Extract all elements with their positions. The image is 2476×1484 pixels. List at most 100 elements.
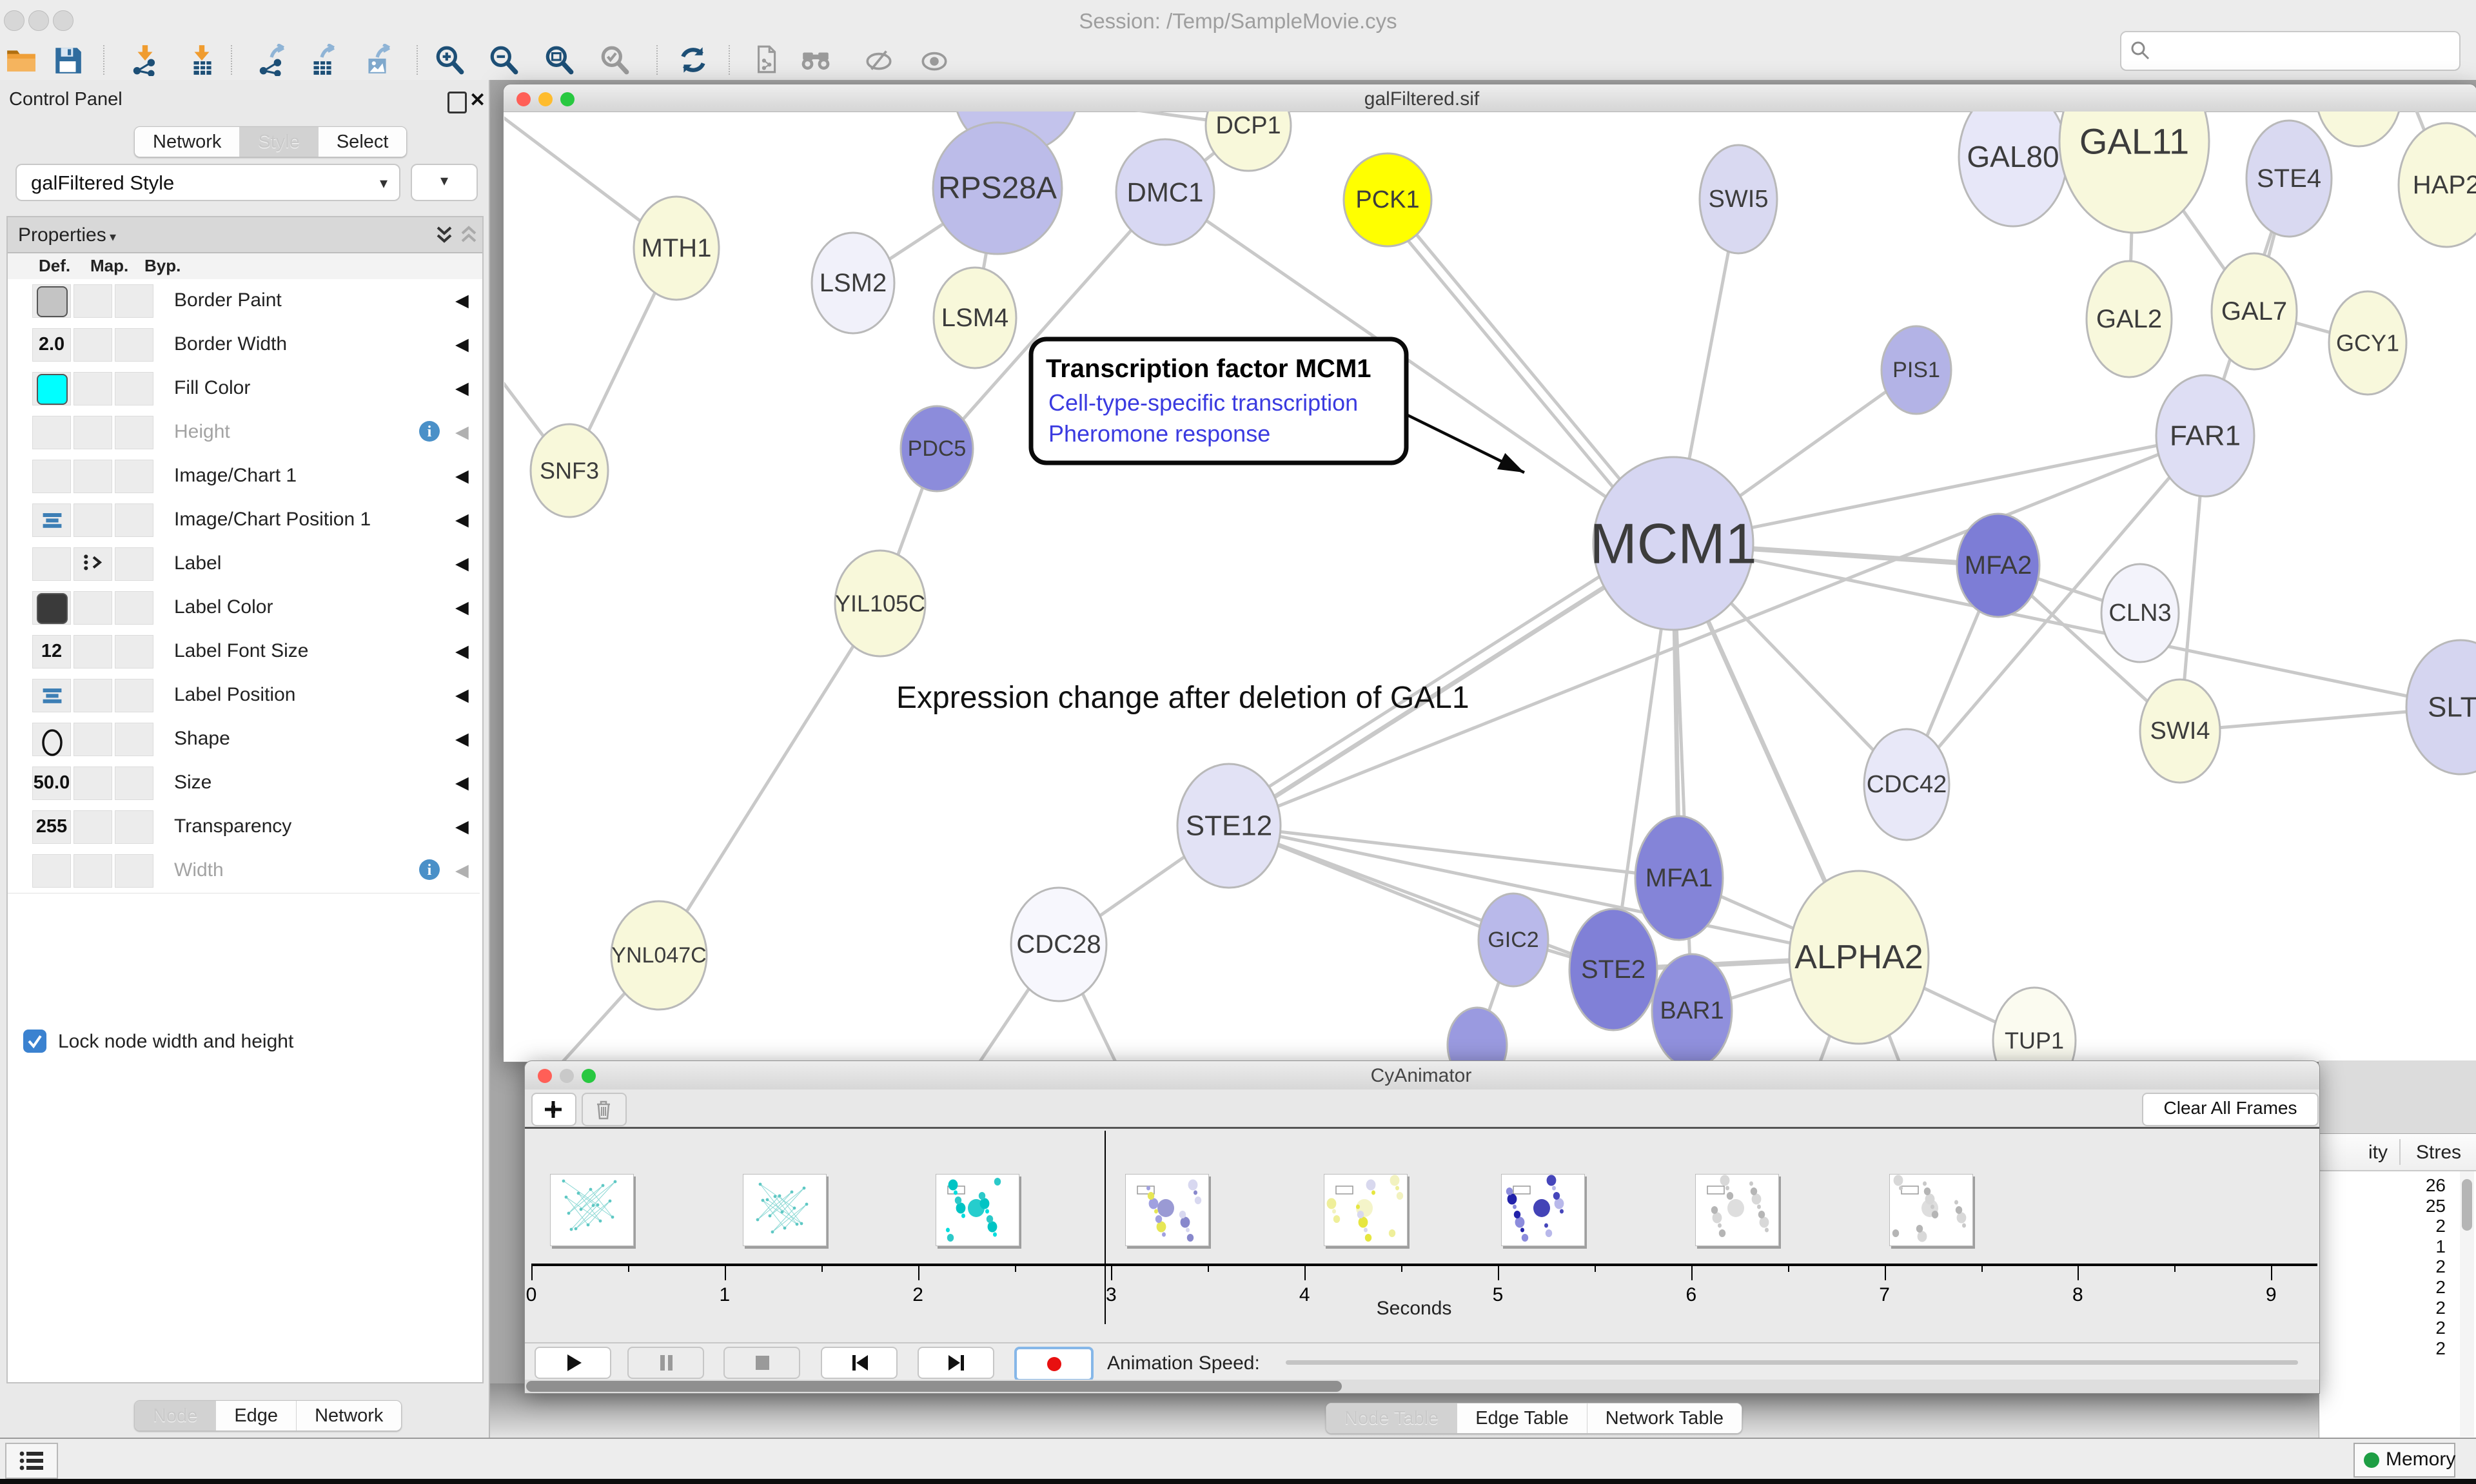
search-binoculars-icon[interactable] [800,44,832,76]
network-node-mfa1[interactable]: MFA1 [1635,816,1723,940]
mapping-cell[interactable] [74,854,112,888]
property-row-image-chart-1[interactable]: Image/Chart 1◀ [8,454,480,499]
property-row-border-width[interactable]: 2.0Border Width◀ [8,323,480,367]
expand-left-icon[interactable]: ◀ [455,378,469,398]
network-node-ynl047c[interactable]: YNL047C [611,901,707,1010]
bypass-cell[interactable] [115,635,153,669]
pause-button[interactable] [627,1347,704,1379]
table-row[interactable]: 2 [2319,1338,2446,1359]
network-node-ste2[interactable]: STE2 [1569,909,1657,1030]
property-row-fill-color[interactable]: Fill Color◀ [8,367,480,411]
mapping-cell[interactable] [74,679,112,712]
frame-thumbnail-2[interactable] [936,1174,1019,1246]
annotation-callout[interactable]: Transcription factor MCM1Cell-type-speci… [1031,339,1524,473]
table-row[interactable]: 2 [2319,1277,2446,1298]
mapping-cell[interactable] [74,635,112,669]
column-header[interactable]: ity [2326,1142,2388,1164]
bypass-cell[interactable] [115,766,153,800]
bypass-cell[interactable] [115,460,153,493]
window-minimize-icon[interactable] [560,1069,574,1083]
frame-thumbnail-5[interactable] [1501,1174,1585,1246]
scrollbar-thumb[interactable] [526,1381,1342,1392]
delete-frame-button[interactable] [582,1093,627,1126]
mapping-cell[interactable] [74,284,112,318]
mapping-cell[interactable] [74,328,112,362]
scrollbar-thumb[interactable] [2462,1179,2472,1231]
property-row-shape[interactable]: Shape◀ [8,718,480,762]
bypass-cell[interactable] [115,372,153,405]
bypass-cell[interactable] [115,679,153,712]
network-node-snf3[interactable]: SNF3 [531,424,608,517]
network-node-lsm2[interactable]: LSM2 [812,233,894,333]
expand-left-icon[interactable]: ◀ [455,598,469,618]
table-row[interactable]: 2 [2319,1216,2446,1236]
property-row-label-color[interactable]: Label Color◀ [8,586,480,630]
network-node-mfa2[interactable]: MFA2 [1957,514,2039,617]
network-node-gcy1[interactable]: GCY1 [2329,291,2406,395]
bypass-cell[interactable] [115,547,153,581]
network-node-pck1[interactable]: PCK1 [1344,153,1431,246]
export-network-icon[interactable] [255,44,288,76]
frame-thumbnail-4[interactable] [1324,1174,1408,1246]
mapping-cell[interactable] [74,766,112,800]
close-panel-icon[interactable]: ✕ [469,89,486,112]
network-node-ste12[interactable]: STE12 [1177,764,1281,888]
save-icon[interactable] [52,44,84,76]
style-options-button[interactable]: ▾ [411,164,478,201]
frame-thumbnail-3[interactable] [1125,1174,1209,1246]
network-node-hap2[interactable]: HAP2 [2399,123,2476,247]
style-selector[interactable]: galFiltered Style ▾ [15,164,400,201]
info-icon[interactable]: i [418,420,441,443]
export-table-icon[interactable] [306,44,338,76]
skip-start-button[interactable] [821,1347,898,1379]
table-row[interactable]: 1 [2319,1236,2446,1257]
table-row[interactable]: 25 [2319,1196,2446,1216]
property-row-label-font-size[interactable]: 12Label Font Size◀ [8,630,480,674]
zoom-fit-icon[interactable] [543,44,575,76]
expand-left-icon[interactable]: ◀ [455,861,469,881]
import-table-icon[interactable] [186,44,218,76]
hide-selected-icon[interactable] [863,44,895,76]
window-close-icon[interactable] [538,1069,552,1083]
show-all-icon[interactable] [918,44,950,76]
column-divider[interactable] [2399,1139,2401,1165]
property-row-size[interactable]: 50.0Size◀ [8,761,480,806]
mapping-cell[interactable] [74,416,112,449]
tab-select[interactable]: Select [318,127,407,157]
tab-edge[interactable]: Edge [215,1401,296,1430]
table-row[interactable]: 2 [2319,1256,2446,1277]
property-row-label-position[interactable]: Label Position◀ [8,674,480,718]
animation-speed-slider[interactable] [1286,1360,2298,1365]
window-zoom-icon[interactable] [582,1069,596,1083]
zoom-selected-icon[interactable] [598,44,631,76]
network-node-cln3[interactable]: CLN3 [2101,564,2179,662]
bypass-cell[interactable] [115,416,153,449]
memory-button[interactable]: Memory [2353,1443,2455,1478]
frame-thumbnail-0[interactable] [550,1174,634,1246]
default-value-cell[interactable]: 50.0 [32,766,71,800]
mapping-cell[interactable] [74,810,112,844]
default-value-cell[interactable] [32,416,71,449]
tab-node-table[interactable]: Node Table [1326,1403,1457,1433]
property-row-transparency[interactable]: 255Transparency◀ [8,805,480,850]
task-history-button[interactable] [5,1443,58,1479]
network-node-topnode[interactable] [2316,112,2401,146]
window-zoom-icon[interactable] [560,92,575,106]
expand-left-icon[interactable]: ◀ [455,466,469,486]
network-node-mth1[interactable]: MTH1 [634,197,719,300]
default-value-cell[interactable]: 255 [32,810,71,844]
bypass-cell[interactable] [115,503,153,537]
network-node-dmc1[interactable]: DMC1 [1116,139,1214,245]
default-value-cell[interactable] [32,284,71,318]
tab-edge-table[interactable]: Edge Table [1457,1403,1587,1433]
bypass-cell[interactable] [115,854,153,888]
expand-left-icon[interactable]: ◀ [455,685,469,705]
add-frame-button[interactable] [531,1093,576,1126]
property-row-width[interactable]: Widthi◀ [8,849,480,893]
expand-left-icon[interactable]: ◀ [455,817,469,837]
zoom-out-icon[interactable] [487,44,520,76]
default-value-cell[interactable] [32,547,71,581]
expand-left-icon[interactable]: ◀ [455,641,469,661]
default-value-cell[interactable] [32,854,71,888]
column-header[interactable]: Stres [2416,1142,2461,1164]
